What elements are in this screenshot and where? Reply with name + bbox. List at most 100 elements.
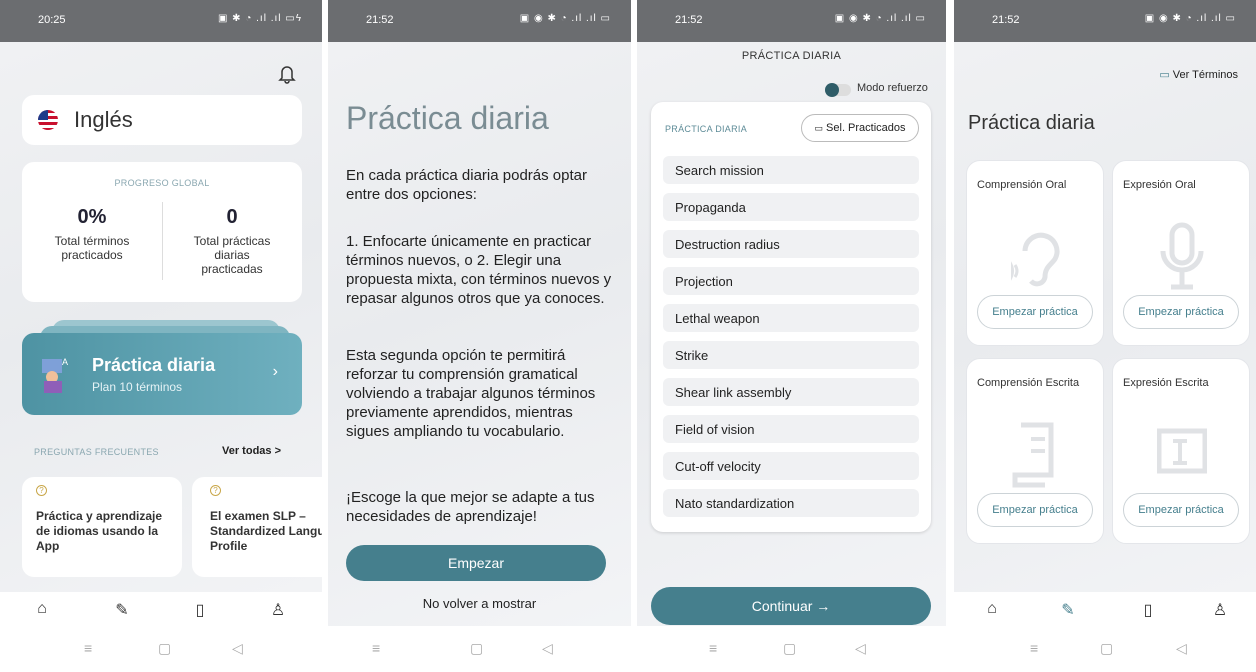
daily-practice-card[interactable]: A Práctica diaria Plan 10 términos ›: [22, 333, 302, 415]
bell-icon[interactable]: [278, 64, 296, 84]
dont-show-again-link[interactable]: No volver a mostrar: [328, 596, 631, 611]
view-terms-link[interactable]: ▭ Ver Términos: [1159, 68, 1238, 81]
start-button[interactable]: Empezar: [346, 545, 606, 581]
screen-term-list: 21:52 ▣ ◉ ✱ ◔ .ıl .ıl ▭ PRÁCTICA DIARIA …: [637, 0, 946, 672]
global-progress-card: PROGRESO GLOBAL 0% Total términos practi…: [22, 162, 302, 302]
page-header: PRÁCTICA DIARIA: [741, 50, 842, 62]
status-time: 20:25: [38, 14, 66, 26]
page-title: Práctica diaria: [968, 112, 1095, 134]
faq-card-title: Práctica y aprendizaje de idiomas usando…: [36, 509, 163, 553]
student-illustration-icon: A: [40, 355, 72, 393]
page-title: Práctica diaria: [346, 100, 549, 136]
term-item[interactable]: Cut-off velocity: [663, 452, 919, 480]
status-icons: ▣ ◉ ✱ ◔ .ıl .ıl ▭: [834, 13, 926, 24]
us-flag-icon: [38, 110, 58, 130]
system-nav-bar: ≡ ▢ ◁: [954, 626, 1256, 672]
menu-icon[interactable]: ≡: [709, 640, 717, 656]
monitor-icon: ▭: [1159, 69, 1170, 81]
skill-title: Expresión Oral: [1123, 179, 1196, 191]
help-circle-icon: ?: [210, 485, 221, 496]
skill-card-reading: Comprensión Escrita Empezar práctica: [966, 358, 1104, 544]
home-icon[interactable]: ⌂: [982, 600, 1002, 620]
faq-card-title: El examen SLP – Standardized Language Pr…: [210, 509, 322, 553]
square-icon[interactable]: ▢: [470, 640, 483, 657]
book-icon[interactable]: ▯: [1138, 600, 1158, 620]
intro-paragraph: En cada práctica diaria podrás optar ent…: [346, 167, 587, 203]
faq-view-all-link[interactable]: Ver todas >: [222, 445, 281, 457]
screen-home: 20:25 ▣ ✱ ◔ .ıl .ıl ▭ϟ Inglés PROGRESO G…: [0, 0, 322, 672]
term-item[interactable]: Field of vision: [663, 415, 919, 443]
language-selector[interactable]: Inglés: [22, 95, 302, 145]
menu-icon[interactable]: ≡: [1030, 640, 1038, 656]
skill-title: Comprensión Oral: [977, 179, 1067, 191]
square-icon[interactable]: ▢: [783, 640, 796, 657]
start-practice-button[interactable]: Empezar práctica: [1123, 295, 1239, 329]
back-icon[interactable]: ◁: [542, 640, 553, 657]
start-practice-button[interactable]: Empezar práctica: [977, 295, 1093, 329]
term-list-card: PRÁCTICA DIARIA ▭ Sel. Practicados Searc…: [651, 102, 931, 532]
system-nav-bar: ≡ ▢ ◁: [328, 626, 631, 672]
skill-card-speaking: Expresión Oral Empezar práctica: [1112, 160, 1250, 346]
bottom-tab-bar: ⌂ ✎ ▯ ♙: [954, 592, 1256, 626]
stat-terms-label: Total términos practicados: [54, 234, 130, 262]
term-item[interactable]: Strike: [663, 341, 919, 369]
reinforcement-toggle[interactable]: [825, 83, 851, 97]
term-item[interactable]: Shear link assembly: [663, 378, 919, 406]
start-practice-button[interactable]: Empezar práctica: [1123, 493, 1239, 527]
start-practice-button[interactable]: Empezar práctica: [977, 493, 1093, 527]
status-icons: ▣ ✱ ◔ .ıl .ıl ▭ϟ: [217, 13, 302, 24]
stat-practices-label: Total prácticas diarias practicadas: [193, 234, 271, 276]
screen-intro: 21:52 ▣ ◉ ✱ ◔ .ıl .ıl ▭ Práctica diaria …: [328, 0, 631, 672]
system-nav-bar: ≡ ▢ ◁: [0, 626, 322, 672]
intro-paragraph: 1. Enfocarte únicamente en practicar tér…: [346, 233, 612, 307]
select-practiced-button[interactable]: ▭ Sel. Practicados: [801, 114, 919, 142]
pencil-icon[interactable]: ✎: [1058, 600, 1078, 620]
menu-icon[interactable]: ≡: [84, 640, 92, 656]
status-bar: 21:52 ▣ ◉ ✱ ◔ .ıl .ıl ▭: [328, 0, 631, 42]
skill-card-writing: Expresión Escrita Empezar práctica: [1112, 358, 1250, 544]
text-cursor-icon: [1156, 419, 1208, 489]
skill-card-listening: Comprensión Oral Empezar práctica: [966, 160, 1104, 346]
term-item[interactable]: Propaganda: [663, 193, 919, 221]
home-icon[interactable]: ⌂: [32, 600, 52, 620]
pencil-icon[interactable]: ✎: [112, 600, 132, 620]
document-icon: [1011, 419, 1061, 489]
chevron-right-icon: ›: [272, 363, 278, 380]
intro-paragraph: ¡Escoge la que mejor se adapte a tus nec…: [346, 489, 595, 525]
back-icon[interactable]: ◁: [232, 640, 243, 657]
status-bar: 20:25 ▣ ✱ ◔ .ıl .ıl ▭ϟ: [0, 0, 322, 42]
term-item[interactable]: Lethal weapon: [663, 304, 919, 332]
back-icon[interactable]: ◁: [1176, 640, 1187, 657]
monitor-icon: ▭: [814, 123, 823, 133]
faq-title: PREGUNTAS FRECUENTES: [34, 447, 159, 457]
toggle-label: Modo refuerzo: [857, 82, 928, 94]
term-item[interactable]: Projection: [663, 267, 919, 295]
intro-paragraph: Esta segunda opción te permitirá reforza…: [346, 347, 596, 440]
daily-card-title: Práctica diaria: [92, 355, 216, 375]
menu-icon[interactable]: ≡: [372, 640, 380, 656]
term-item[interactable]: Destruction radius: [663, 230, 919, 258]
user-icon[interactable]: ♙: [1210, 600, 1230, 620]
square-icon[interactable]: ▢: [1100, 640, 1113, 657]
square-icon[interactable]: ▢: [158, 640, 171, 657]
status-bar: 21:52 ▣ ◉ ✱ ◔ .ıl .ıl ▭: [637, 0, 946, 42]
continue-button[interactable]: Continuar →: [651, 587, 931, 625]
term-item[interactable]: Nato standardization: [663, 489, 919, 517]
view-terms-label: Ver Términos: [1172, 69, 1238, 81]
user-icon[interactable]: ♙: [268, 600, 288, 620]
status-time: 21:52: [366, 14, 394, 26]
select-practiced-label: Sel. Practicados: [826, 122, 906, 134]
status-icons: ▣ ◉ ✱ ◔ .ıl .ıl ▭: [1144, 13, 1236, 24]
language-label: Inglés: [74, 107, 133, 132]
term-item[interactable]: Search mission: [663, 156, 919, 184]
status-time: 21:52: [675, 14, 703, 26]
skill-title: Expresión Escrita: [1123, 377, 1209, 389]
faq-card[interactable]: ? El examen SLP – Standardized Language …: [192, 477, 322, 577]
section-label: PRÁCTICA DIARIA: [665, 124, 748, 134]
status-time: 21:52: [992, 14, 1020, 26]
svg-text:A: A: [62, 357, 68, 367]
faq-card[interactable]: ? Práctica y aprendizaje de idiomas usan…: [22, 477, 182, 577]
screen-skills: 21:52 ▣ ◉ ✱ ◔ .ıl .ıl ▭ ▭ Ver Términos P…: [954, 0, 1256, 672]
book-icon[interactable]: ▯: [190, 600, 210, 620]
back-icon[interactable]: ◁: [855, 640, 866, 657]
